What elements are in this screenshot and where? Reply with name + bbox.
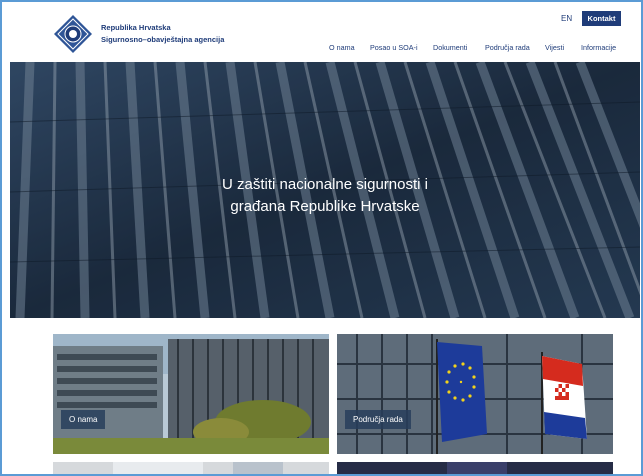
- nav-item-informacije[interactable]: Informacije: [581, 43, 616, 52]
- card-row2-left[interactable]: [53, 462, 329, 476]
- nav-item-dokumenti[interactable]: Dokumenti: [433, 43, 467, 52]
- site-header: Republika Hrvatska Sigurnosno–obavještaj…: [0, 0, 643, 62]
- card-podrucja-rada-label: Područja rada: [345, 410, 411, 429]
- nav-item-posao[interactable]: Posao u SOA-i: [370, 43, 418, 52]
- card-o-nama[interactable]: O nama: [53, 334, 329, 454]
- contact-button[interactable]: Kontakt: [582, 11, 621, 26]
- nav-item-o-nama[interactable]: O nama: [329, 43, 355, 52]
- hero-title-line-1: U zaštiti nacionalne sigurnosti i: [222, 176, 428, 193]
- brand-line-1: Republika Hrvatska: [101, 23, 171, 32]
- hero-banner: U zaštiti nacionalne sigurnosti i građan…: [10, 62, 640, 318]
- card-row2-right[interactable]: [337, 462, 613, 476]
- language-switch-link[interactable]: EN: [561, 14, 572, 23]
- hero-title-line-2: građana Republike Hrvatske: [230, 198, 420, 215]
- nav-item-vijesti[interactable]: Vijesti: [545, 43, 564, 52]
- card-o-nama-image: [53, 334, 329, 454]
- main-nav: O nama Posao u SOA-i Dokumenti Područja …: [0, 43, 643, 55]
- card-podrucja-rada-image: [337, 334, 613, 454]
- nav-item-podrucja-rada[interactable]: Područja rada: [485, 43, 530, 52]
- card-row2-right-image: [337, 462, 613, 476]
- card-row2-left-image: [53, 462, 329, 476]
- hero-title: U zaštiti nacionalne sigurnosti i građan…: [10, 174, 640, 218]
- card-o-nama-label: O nama: [61, 410, 106, 429]
- card-podrucja-rada[interactable]: Područja rada: [337, 334, 613, 454]
